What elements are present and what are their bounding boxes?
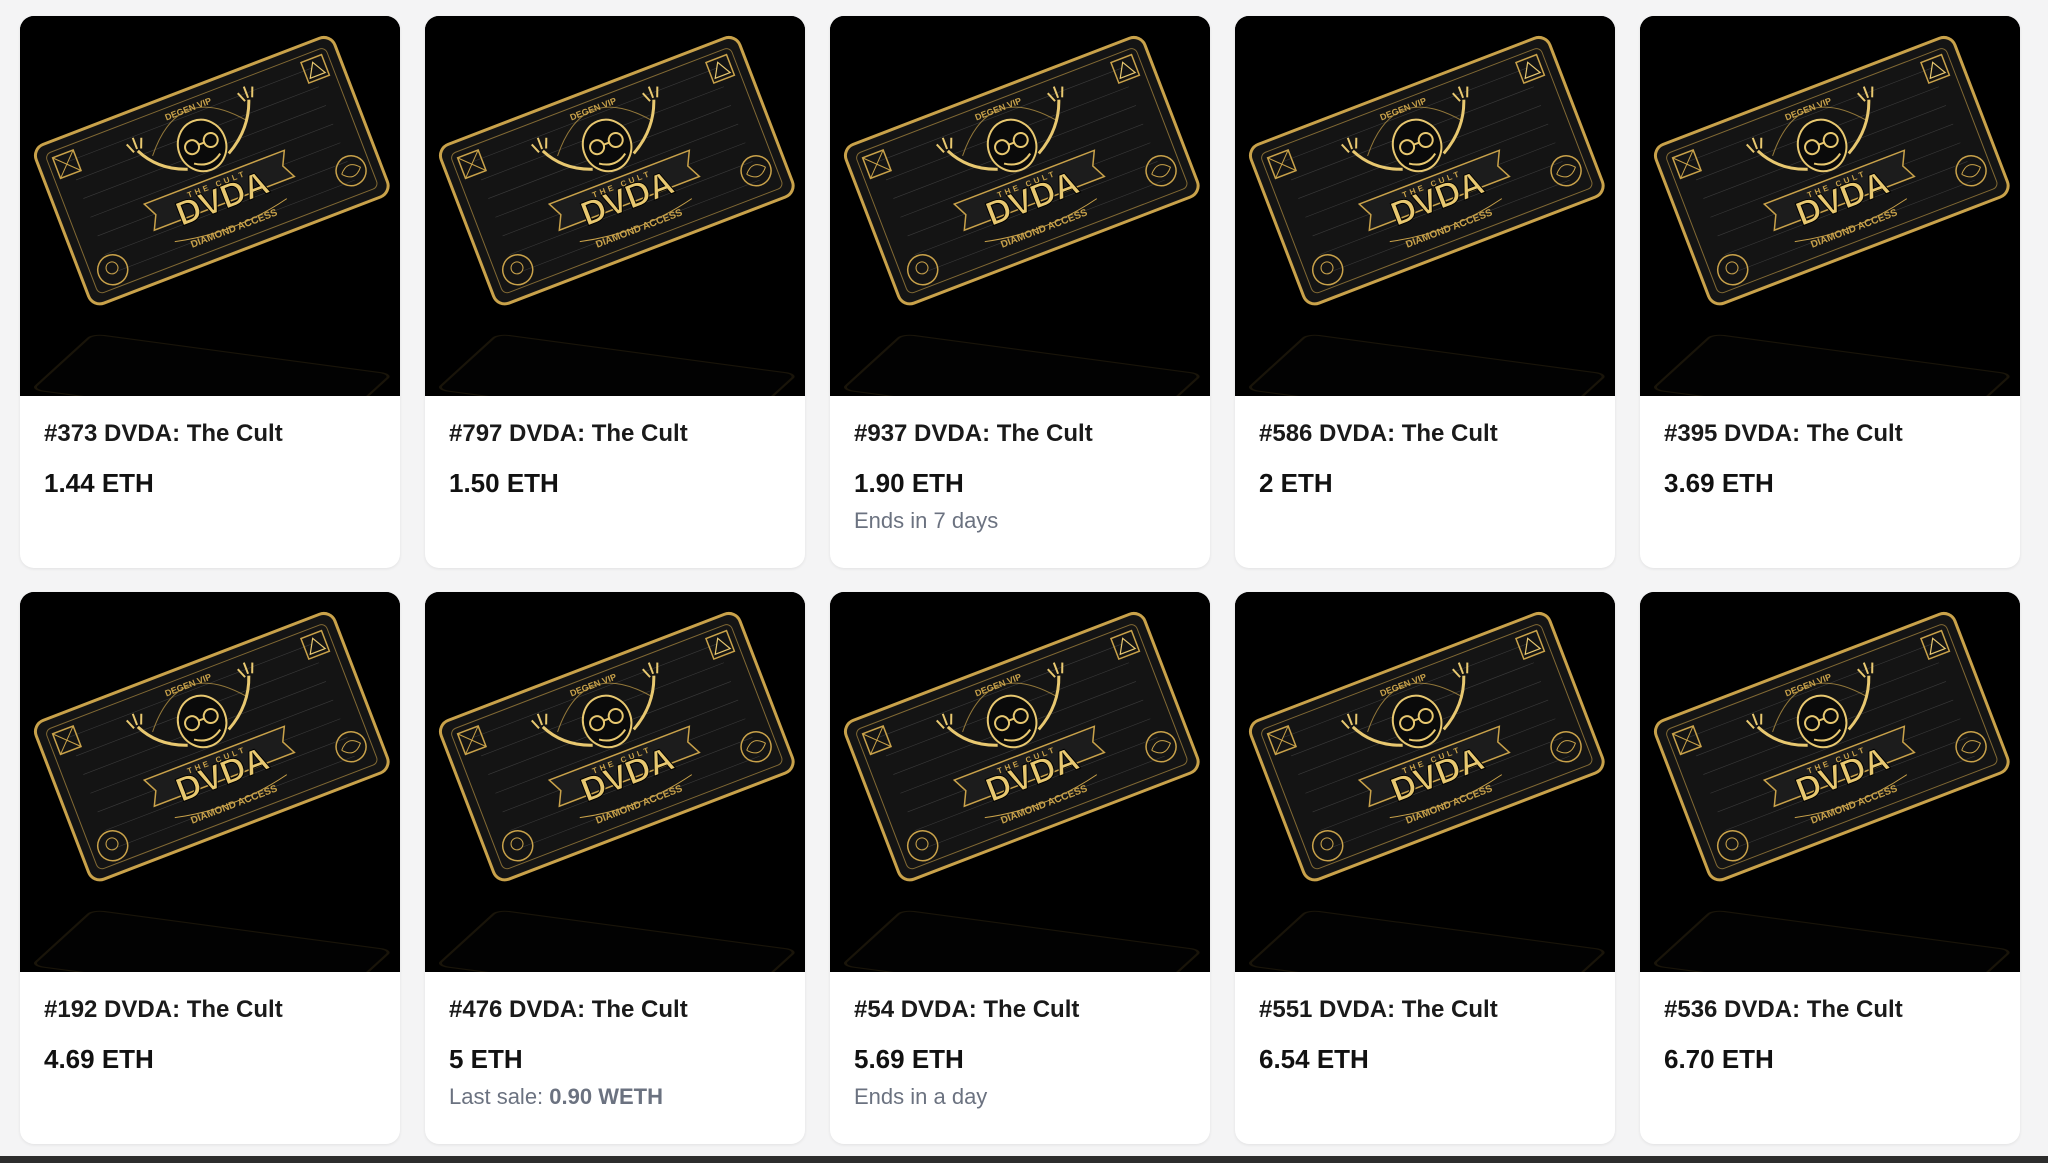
nft-image[interactable]: DEGEN VIP THE CULT DVDA DIAMOND ACCESS	[1640, 592, 2020, 972]
card-body: #586 DVDA: The Cult 2 ETH	[1235, 396, 1615, 498]
nft-title[interactable]: #551 DVDA: The Cult	[1259, 996, 1591, 1024]
dvda-card-artwork: DEGEN VIPTHE CULTDVDADIAMOND ACCESS	[425, 16, 805, 396]
last-sale-label: Last sale:	[449, 1084, 544, 1109]
nft-image[interactable]: DEGEN VIP THE CULT DVDA DIAMOND ACCESS	[20, 592, 400, 972]
dvda-card-artwork: DEGEN VIPTHE CULTDVDADIAMOND ACCESS	[1235, 592, 1615, 972]
card-body: #797 DVDA: The Cult 1.50 ETH	[425, 396, 805, 498]
nft-price: 3.69 ETH	[1664, 468, 1774, 498]
dvda-card-artwork: DEGEN VIPTHE CULTDVDADIAMOND ACCESS	[425, 592, 805, 972]
dvda-card-artwork: DEGEN VIPTHE CULTDVDADIAMOND ACCESS	[20, 16, 400, 396]
dvda-card-artwork: DEGEN VIPTHE CULTDVDADIAMOND ACCESS	[1640, 592, 2020, 972]
last-sale: Last sale: 0.90 WETH	[449, 1084, 781, 1110]
nft-card[interactable]: DEGEN VIP THE CULT DVDA DIAMOND ACCESS #54 …	[830, 592, 1210, 1144]
nft-title[interactable]: #395 DVDA: The Cult	[1664, 420, 1996, 448]
dvda-card-artwork: DEGEN VIPTHE CULTDVDADIAMOND ACCESS	[1235, 16, 1615, 396]
nft-card[interactable]: DEGEN VIP THE CULT DVDA DIAMOND ACCESS #476…	[425, 592, 805, 1144]
nft-image[interactable]: DEGEN VIP THE CULT DVDA DIAMOND ACCESS	[425, 592, 805, 972]
dvda-card-artwork: DEGEN VIPTHE CULTDVDADIAMOND ACCESS	[20, 592, 400, 972]
nft-price: 5 ETH	[449, 1044, 523, 1074]
nft-price: 4.69 ETH	[44, 1044, 154, 1074]
nft-image[interactable]: DEGEN VIP THE CULT DVDA DIAMOND ACCESS	[830, 16, 1210, 396]
card-body: #551 DVDA: The Cult 6.54 ETH	[1235, 972, 1615, 1074]
nft-price: 1.44 ETH	[44, 468, 154, 498]
nft-image[interactable]: DEGEN VIP THE CULT DVDA DIAMOND ACCESS	[1640, 16, 2020, 396]
card-body: #54 DVDA: The Cult 5.69 ETH Ends in a da…	[830, 972, 1210, 1110]
nft-card[interactable]: DEGEN VIP THE CULT DVDA DIAMOND ACCESS #373…	[20, 16, 400, 568]
card-body: #192 DVDA: The Cult 4.69 ETH	[20, 972, 400, 1074]
nft-title[interactable]: #536 DVDA: The Cult	[1664, 996, 1996, 1024]
nft-card[interactable]: DEGEN VIP THE CULT DVDA DIAMOND ACCESS #192…	[20, 592, 400, 1144]
auction-end-time: Ends in 7 days	[854, 508, 999, 533]
nft-card[interactable]: DEGEN VIP THE CULT DVDA DIAMOND ACCESS #395…	[1640, 16, 2020, 568]
nft-title[interactable]: #476 DVDA: The Cult	[449, 996, 781, 1024]
auction-end-time: Ends in a day	[854, 1084, 988, 1109]
nft-price: 1.90 ETH	[854, 468, 964, 498]
last-sale-value: 0.90 WETH	[549, 1084, 663, 1109]
card-body: #937 DVDA: The Cult 1.90 ETH Ends in 7 d…	[830, 396, 1210, 534]
nft-image[interactable]: DEGEN VIP THE CULT DVDA DIAMOND ACCESS	[830, 592, 1210, 972]
nft-title[interactable]: #373 DVDA: The Cult	[44, 420, 376, 448]
nft-price: 6.54 ETH	[1259, 1044, 1369, 1074]
nft-card[interactable]: DEGEN VIP THE CULT DVDA DIAMOND ACCESS #937…	[830, 16, 1210, 568]
nft-card[interactable]: DEGEN VIP THE CULT DVDA DIAMOND ACCESS #797…	[425, 16, 805, 568]
nft-title[interactable]: #937 DVDA: The Cult	[854, 420, 1186, 448]
nft-title[interactable]: #797 DVDA: The Cult	[449, 420, 781, 448]
dvda-card-artwork: DEGEN VIPTHE CULTDVDADIAMOND ACCESS	[830, 592, 1210, 972]
card-body: #373 DVDA: The Cult 1.44 ETH	[20, 396, 400, 498]
card-body: #476 DVDA: The Cult 5 ETH Last sale: 0.9…	[425, 972, 805, 1110]
nft-image[interactable]: DEGEN VIP THE CULT DVDA DIAMOND ACCESS	[20, 16, 400, 396]
nft-title[interactable]: #192 DVDA: The Cult	[44, 996, 376, 1024]
nft-title[interactable]: #54 DVDA: The Cult	[854, 996, 1186, 1024]
nft-image[interactable]: DEGEN VIP THE CULT DVDA DIAMOND ACCESS	[425, 16, 805, 396]
dvda-card-artwork: DEGEN VIPTHE CULTDVDADIAMOND ACCESS	[1640, 16, 2020, 396]
nft-image[interactable]: DEGEN VIP THE CULT DVDA DIAMOND ACCESS	[1235, 592, 1615, 972]
nft-card[interactable]: DEGEN VIP THE CULT DVDA DIAMOND ACCESS #551…	[1235, 592, 1615, 1144]
nft-card[interactable]: DEGEN VIP THE CULT DVDA DIAMOND ACCESS #586…	[1235, 16, 1615, 568]
nft-price: 6.70 ETH	[1664, 1044, 1774, 1074]
card-body: #395 DVDA: The Cult 3.69 ETH	[1640, 396, 2020, 498]
nft-card[interactable]: DEGEN VIP THE CULT DVDA DIAMOND ACCESS #536…	[1640, 592, 2020, 1144]
nft-image[interactable]: DEGEN VIP THE CULT DVDA DIAMOND ACCESS	[1235, 16, 1615, 396]
nft-price: 5.69 ETH	[854, 1044, 964, 1074]
next-row-edge	[0, 1156, 2048, 1163]
dvda-card-artwork: DEGEN VIPTHE CULTDVDADIAMOND ACCESS	[830, 16, 1210, 396]
nft-price: 2 ETH	[1259, 468, 1333, 498]
card-body: #536 DVDA: The Cult 6.70 ETH	[1640, 972, 2020, 1074]
nft-grid: DEGEN VIP THE CULT DVDA DIAMOND ACCESS #373…	[20, 16, 2020, 1144]
nft-price: 1.50 ETH	[449, 468, 559, 498]
nft-title[interactable]: #586 DVDA: The Cult	[1259, 420, 1591, 448]
